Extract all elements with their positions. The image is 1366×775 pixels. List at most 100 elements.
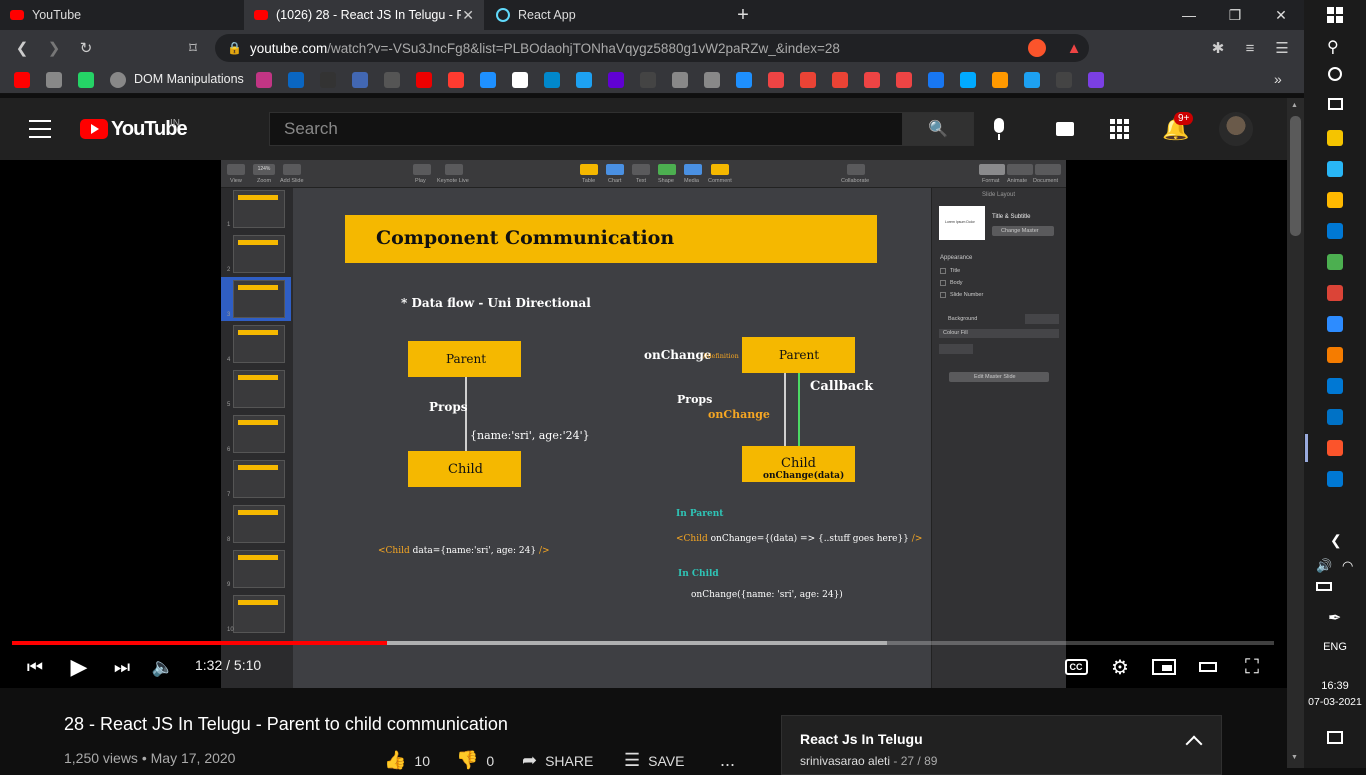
scroll-up-icon[interactable]: ▲ [1291,102,1298,109]
bookmark-favicon-icon[interactable] [608,72,624,88]
browser-menu-icon[interactable]: ☰ [1270,36,1294,60]
back-button[interactable]: ❮ [10,36,34,60]
taskbar-app-icon[interactable] [1327,254,1343,270]
bookmark-favicon-icon[interactable] [896,72,912,88]
taskbar-app-icon[interactable] [1327,192,1343,208]
bookmark-favicon-icon[interactable] [832,72,848,88]
apps-grid-icon[interactable] [1110,119,1130,139]
bookmark-favicon-icon[interactable] [384,72,400,88]
taskbar-app-icon[interactable] [1327,409,1343,425]
tab-react-video[interactable]: (1026) 28 - React JS In Telugu - Pa ✕ [244,0,484,30]
reload-button[interactable]: ↻ [74,36,98,60]
clock-time[interactable]: 16:39 [1304,680,1366,692]
video-player[interactable]: View 124% Zoom Add Slide Play Keynote Li… [0,160,1287,688]
bookmark-favicon-icon[interactable] [960,72,976,88]
bookmark-favicon-icon[interactable] [800,72,816,88]
close-tab-icon[interactable]: ✕ [462,7,474,24]
tab-react-app[interactable]: React App [486,0,722,30]
bookmark-favicon-icon[interactable] [736,72,752,88]
bookmark-favicon-icon[interactable] [352,72,368,88]
taskbar-app-icon[interactable] [1327,440,1343,456]
taskbar-app-icon[interactable] [1327,316,1343,332]
youtube-logo-icon[interactable] [80,119,108,139]
close-window-button[interactable]: ✕ [1258,0,1304,30]
bookmark-favicon-icon[interactable] [288,72,304,88]
bookmark-favicon-icon[interactable] [320,72,336,88]
bookmark-favicon-icon[interactable] [78,72,94,88]
theater-mode-button[interactable] [1196,654,1220,680]
search-button[interactable]: 🔍 [902,112,974,146]
taskbar-app-icon[interactable] [1327,161,1343,177]
cortana-icon[interactable] [1328,67,1342,81]
bookmark-dom-manipulations[interactable]: DOM Manipulations [134,72,244,86]
bookmark-icon[interactable]: ⌑ [181,36,205,60]
bookmark-favicon-icon[interactable] [928,72,944,88]
bookmark-favicon-icon[interactable] [704,72,720,88]
language-indicator[interactable]: ENG [1304,641,1366,653]
show-hidden-icons-chevron-icon[interactable]: ❮ [1330,532,1342,549]
action-center-icon[interactable] [1327,731,1343,744]
taskbar-app-icon[interactable] [1327,471,1343,487]
new-tab-button[interactable]: + [720,0,766,30]
bookmark-favicon-icon[interactable] [1088,72,1104,88]
playlist-owner[interactable]: srinivasarao aleti [800,754,890,768]
brave-rewards-icon[interactable]: ▲ [1062,36,1086,60]
brave-shield-icon[interactable] [1028,39,1046,57]
bookmark-favicon-icon[interactable] [864,72,880,88]
bookmark-favicon-icon[interactable] [576,72,592,88]
taskbar-app-icon[interactable] [1327,130,1343,146]
fullscreen-icon[interactable]: ⛶ [1240,654,1264,680]
chevron-up-icon[interactable] [1185,735,1203,753]
search-icon[interactable]: ⚲ [1327,37,1339,57]
extensions-icon[interactable]: ✱ [1206,36,1230,60]
hamburger-menu-icon[interactable] [29,120,51,138]
playlist-panel[interactable]: React Js In Telugu srinivasarao aleti - … [781,715,1222,775]
forward-button[interactable]: ❯ [42,36,66,60]
bookmark-favicon-icon[interactable] [992,72,1008,88]
bookmark-favicon-icon[interactable] [1056,72,1072,88]
bookmark-favicon-icon[interactable] [768,72,784,88]
url-bar[interactable]: 🔒 youtube.com/watch?v=-VSu3JncFg8&list=P… [215,34,1089,62]
taskbar-app-icon[interactable] [1327,223,1343,239]
bookmark-favicon-icon[interactable] [448,72,464,88]
bookmark-favicon-icon[interactable] [512,72,528,88]
volume-tray-icon[interactable]: 🔊 [1316,558,1332,574]
playlist-title[interactable]: React Js In Telugu [800,731,923,747]
wifi-tray-icon[interactable]: ◠ [1342,558,1353,574]
miniplayer-button[interactable] [1151,654,1177,680]
taskbar-app-icon[interactable] [1327,378,1343,394]
previous-video-button[interactable]: ⏮ [24,654,46,680]
taskbar-app-icon[interactable] [1327,285,1343,301]
user-avatar[interactable] [1219,112,1253,146]
restore-button[interactable]: ❐ [1212,0,1258,30]
media-controls-icon[interactable]: ≡ [1238,36,1262,60]
voice-search-icon[interactable] [990,116,1008,142]
bookmark-favicon-icon[interactable] [640,72,656,88]
taskbar-app-icon[interactable] [1327,347,1343,363]
search-input[interactable]: Search [269,112,903,146]
play-button[interactable]: ▶ [67,654,91,680]
windows-start-icon[interactable] [1327,7,1343,23]
pen-workspace-icon[interactable]: ✒ [1328,608,1341,628]
minimize-button[interactable]: — [1166,0,1212,30]
bookmark-favicon-icon[interactable] [544,72,560,88]
battery-tray-icon[interactable] [1316,582,1332,591]
bookmark-favicon-icon[interactable] [480,72,496,88]
scroll-down-icon[interactable]: ▼ [1291,754,1298,761]
task-view-icon[interactable] [1328,98,1343,110]
progress-bar[interactable] [12,641,1274,645]
bookmark-favicon-icon[interactable] [1024,72,1040,88]
bookmark-favicon-icon[interactable] [256,72,272,88]
tab-youtube[interactable]: YouTube [0,0,242,30]
next-video-button[interactable]: ⏭ [111,654,133,680]
bookmark-favicon-icon[interactable] [14,72,30,88]
settings-gear-icon[interactable]: ⚙ [1108,654,1132,680]
bookmark-favicon-icon[interactable] [672,72,688,88]
volume-icon[interactable]: 🔈 [151,654,175,680]
bookmark-favicon-icon[interactable] [46,72,62,88]
bookmarks-overflow-icon[interactable]: » [1274,71,1282,87]
bookmark-favicon-icon[interactable] [416,72,432,88]
page-scrollbar[interactable]: ▲ ▼ [1287,98,1304,768]
create-video-icon[interactable] [1056,122,1074,136]
clock-date[interactable]: 07-03-2021 [1304,696,1366,708]
